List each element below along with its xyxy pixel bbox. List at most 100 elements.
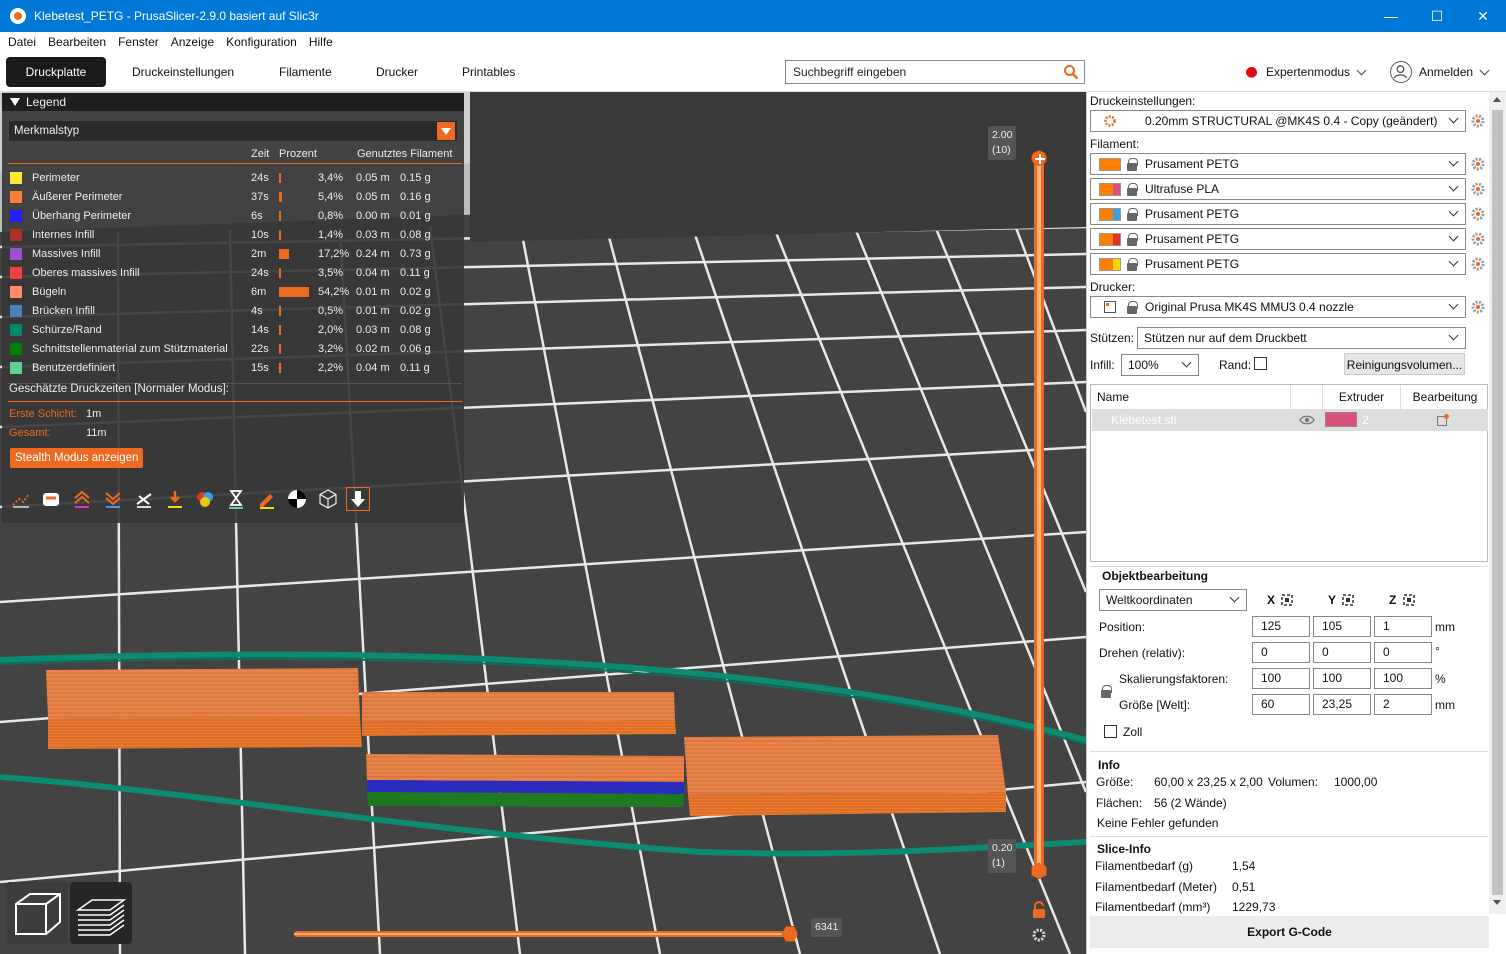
shells-icon[interactable]: [317, 488, 339, 510]
preview-button[interactable]: [70, 882, 132, 944]
menu-hilfe[interactable]: Hilfe: [303, 35, 339, 49]
extruder-number[interactable]: 2: [1362, 413, 1369, 427]
legend-row[interactable]: Überhang Perimeter 6s 0,8% 0.00 m 0.01 g: [2, 207, 464, 226]
object-name[interactable]: Klebetest.stl: [1111, 413, 1176, 427]
close-button[interactable]: ✕: [1460, 0, 1506, 32]
scroll-up-icon[interactable]: [1493, 97, 1501, 102]
supports-select[interactable]: Stützen nur auf dem Druckbett: [1137, 327, 1466, 349]
sidebar-scrollbar[interactable]: [1489, 92, 1506, 914]
drop-to-bed-icon[interactable]: [1341, 593, 1355, 607]
size-z-input[interactable]: 2: [1374, 694, 1432, 715]
size-x-input[interactable]: 60: [1252, 694, 1310, 715]
seam-icon[interactable]: [133, 488, 155, 510]
export-gcode-button[interactable]: Export G-Code: [1090, 916, 1489, 948]
tool-change-icon[interactable]: [164, 488, 186, 510]
edit-printer-cog-icon[interactable]: [1470, 299, 1486, 315]
coordinates-select[interactable]: Weltkoordinaten: [1099, 589, 1247, 611]
col-name[interactable]: Name: [1091, 385, 1291, 409]
scale-z-input[interactable]: 100: [1374, 668, 1432, 689]
move-slider[interactable]: [294, 931, 790, 937]
legend-row[interactable]: Schnittstellenmaterial zum Stützmaterial…: [2, 340, 464, 359]
collapse-triangle-icon[interactable]: [10, 98, 20, 106]
menu-anzeige[interactable]: Anzeige: [165, 35, 220, 49]
rotate-y-input[interactable]: 0: [1313, 642, 1371, 663]
eye-icon[interactable]: [1299, 414, 1315, 426]
lock-scale-icon[interactable]: [1101, 685, 1112, 698]
3d-view-button[interactable]: [6, 882, 68, 944]
color-change-icon[interactable]: [194, 488, 216, 510]
infill-select[interactable]: 100%: [1121, 354, 1199, 376]
legend-row[interactable]: Perimeter 24s 3,4% 0.05 m 0.15 g: [2, 169, 464, 188]
center-of-gravity-icon[interactable]: [286, 488, 308, 510]
extruder-color-swatch[interactable]: [1325, 412, 1357, 427]
tool-marker-icon[interactable]: [346, 487, 370, 511]
pause-icon[interactable]: [225, 488, 247, 510]
wipe-icon[interactable]: [40, 488, 62, 510]
purge-volumes-button[interactable]: Reinigungsvolumen...: [1344, 353, 1465, 375]
menu-datei[interactable]: Datei: [2, 35, 42, 49]
view-type-select[interactable]: Merkmalstyp: [8, 120, 458, 142]
tab-drucker[interactable]: Drucker: [364, 57, 430, 87]
brim-checkbox[interactable]: [1254, 357, 1267, 370]
tab-druckplatte[interactable]: Druckplatte: [6, 57, 106, 87]
retract-icon[interactable]: [71, 488, 93, 510]
rotate-z-input[interactable]: 0: [1374, 642, 1432, 663]
filament-select-1[interactable]: Prusament PETG: [1090, 153, 1466, 175]
search-icon[interactable]: [1063, 64, 1079, 80]
tab-filamente[interactable]: Filamente: [267, 57, 344, 87]
print-profile-select[interactable]: 0.20mm STRUCTURAL @MK4S 0.4 - Copy (geän…: [1090, 110, 1466, 132]
scrollbar-thumb[interactable]: [1492, 110, 1503, 895]
edit-filament-cog-icon[interactable]: [1470, 231, 1486, 247]
edit-filament-cog-icon[interactable]: [1470, 181, 1486, 197]
menu-fenster[interactable]: Fenster: [112, 35, 165, 49]
legend-row[interactable]: Oberes massives Infill 24s 3,5% 0.04 m 0.11 …: [2, 264, 464, 283]
scroll-down-icon[interactable]: [1493, 900, 1501, 905]
col-edit[interactable]: Bearbeitung: [1401, 385, 1489, 409]
filament-select-3[interactable]: Prusament PETG: [1090, 203, 1466, 225]
edit-preset-cog-icon[interactable]: [1470, 113, 1486, 129]
mode-selector[interactable]: Expertenmodus: [1246, 63, 1367, 81]
legend-header[interactable]: Legend: [2, 93, 464, 111]
object-list[interactable]: Name Extruder Bearbeitung Klebetest.stl …: [1090, 384, 1488, 562]
legend-row[interactable]: Brücken Infill 4s 0,5% 0.01 m 0.02 g: [2, 302, 464, 321]
legend-row[interactable]: Äußerer Perimeter 37s 5,4% 0.05 m 0.16 g: [2, 188, 464, 207]
custom-gcode-icon[interactable]: [256, 488, 278, 510]
tab-druckeinstellungen[interactable]: Druckeinstellungen: [120, 57, 246, 87]
table-row[interactable]: Klebetest.stl 2: [1092, 409, 1488, 431]
dropdown-arrow-icon[interactable]: [437, 122, 455, 140]
size-y-input[interactable]: 23,25: [1313, 694, 1371, 715]
stealth-mode-button[interactable]: Stealth Modus anzeigen: [10, 448, 144, 468]
rotate-x-input[interactable]: 0: [1252, 642, 1310, 663]
position-x-input[interactable]: 125: [1252, 616, 1310, 637]
legend-row[interactable]: Internes Infill 10s 1,4% 0.03 m 0.08 g: [2, 226, 464, 245]
menu-bearbeiten[interactable]: Bearbeiten: [42, 35, 112, 49]
layer-slider[interactable]: [1034, 158, 1044, 872]
scale-y-input[interactable]: 100: [1313, 668, 1371, 689]
scale-x-input[interactable]: 100: [1252, 668, 1310, 689]
edit-object-icon[interactable]: [1436, 413, 1450, 427]
deretract-icon[interactable]: [102, 488, 124, 510]
filament-select-5[interactable]: Prusament PETG: [1090, 253, 1466, 275]
drop-to-bed-icon[interactable]: [1402, 593, 1416, 607]
tab-printables[interactable]: Printables: [450, 57, 527, 87]
maximize-button[interactable]: ☐: [1414, 0, 1460, 32]
printer-select[interactable]: Original Prusa MK4S MMU3 0.4 nozzle: [1090, 296, 1466, 318]
inch-checkbox[interactable]: [1104, 725, 1117, 738]
edit-filament-cog-icon[interactable]: [1470, 206, 1486, 222]
settings-cog-icon[interactable]: [1030, 926, 1048, 944]
position-z-input[interactable]: 1: [1374, 616, 1432, 637]
filament-select-4[interactable]: Prusament PETG: [1090, 228, 1466, 250]
edit-filament-cog-icon[interactable]: [1470, 256, 1486, 272]
legend-row[interactable]: Schürze/Rand 14s 2,0% 0.03 m 0.08 g: [2, 321, 464, 340]
filament-select-2[interactable]: Ultrafuse PLA: [1090, 178, 1466, 200]
legend-row[interactable]: Benutzerdefiniert 15s 2,2% 0.04 m 0.11 g: [2, 359, 464, 378]
position-y-input[interactable]: 105: [1313, 616, 1371, 637]
legend-row[interactable]: Massives Infill 2m 17,2% 0.24 m 0.73 g: [2, 245, 464, 264]
minimize-button[interactable]: —: [1368, 0, 1414, 32]
login-button[interactable]: Anmelden: [1390, 60, 1490, 84]
drop-to-bed-icon[interactable]: [1280, 593, 1294, 607]
travel-icon[interactable]: [10, 488, 32, 510]
edit-filament-cog-icon[interactable]: [1470, 156, 1486, 172]
col-extruder[interactable]: Extruder: [1323, 385, 1401, 409]
search-input[interactable]: Suchbegriff eingeben: [785, 60, 1085, 84]
